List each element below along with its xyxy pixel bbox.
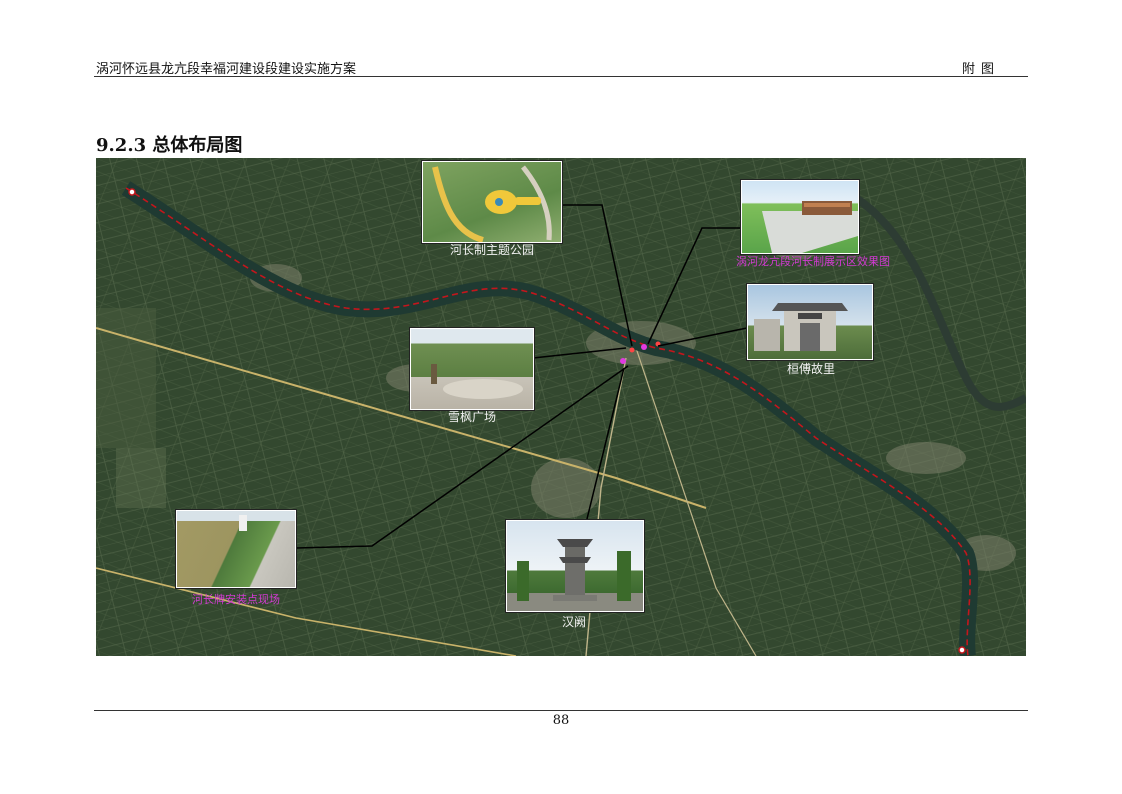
caption-han-que: 汉阙 (561, 615, 586, 629)
photo-xuefeng-square (410, 328, 534, 410)
caption-theme-park: 河长制主题公园 (449, 243, 534, 257)
caption-display-area-rendering: 涡河龙亢段河长制展示区效果图 (736, 255, 890, 268)
photo-han-que (506, 520, 644, 612)
header-doc-title: 涡河怀远县龙亢段幸福河建设段建设实施方案 (96, 62, 357, 77)
photo-theme-park (422, 161, 562, 243)
satellite-map: 河长制主题公园 涡河龙亢段河长制展示区效果图 桓傅故里 雪枫广场 河长牌安装点现… (96, 158, 1026, 656)
footer-rule (94, 710, 1028, 711)
header-section-label: 附图 (962, 62, 1001, 77)
photo-sign-installation-site (176, 510, 296, 588)
header-rule (94, 76, 1028, 77)
caption-xuefeng-square: 雪枫广场 (447, 410, 496, 424)
page-number: 88 (552, 713, 570, 728)
photo-huanfu-hometown (747, 284, 873, 360)
photo-display-area-rendering (741, 180, 859, 254)
caption-sign-installation-site: 河长牌安装点现场 (192, 593, 280, 606)
caption-huanfu-hometown: 桓傅故里 (786, 362, 835, 376)
section-title: 9.2.3 总体布局图 (96, 135, 243, 156)
